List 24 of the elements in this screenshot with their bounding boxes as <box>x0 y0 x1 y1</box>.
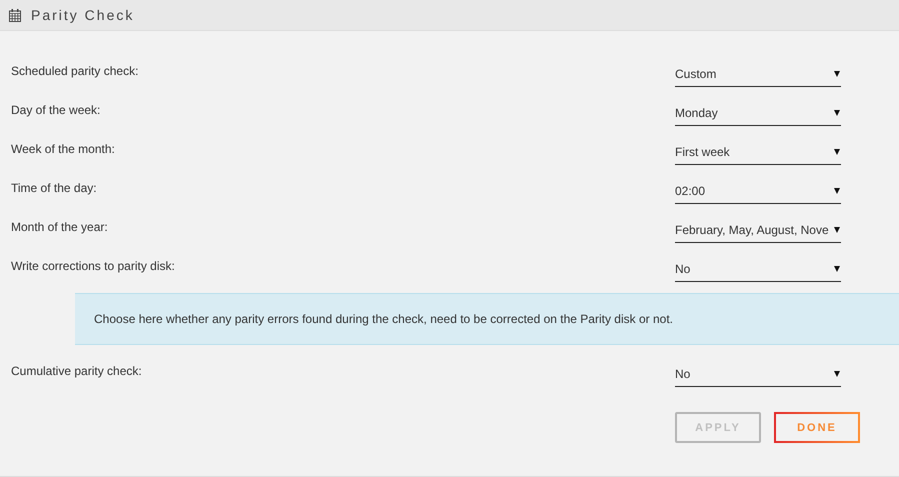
setting-label: Day of the week: <box>11 103 102 119</box>
setting-label: Write corrections to parity disk: <box>11 259 176 275</box>
select-field[interactable]: Custom <box>675 61 841 87</box>
select-field[interactable]: No <box>675 256 841 282</box>
setting-label: Cumulative parity check: <box>11 364 143 380</box>
select-field[interactable]: Monday <box>675 100 841 126</box>
help-text: Choose here whether any parity errors found during the check, need to be corrected on the Parity disk or not. <box>94 312 673 326</box>
setting-label: Time of the day: <box>11 181 98 197</box>
select-field[interactable]: 02:00 <box>675 178 841 204</box>
select-field[interactable]: February, May, August, Nove <box>675 217 841 243</box>
calendar-icon <box>9 8 21 22</box>
caret-icon <box>834 188 840 194</box>
caret-icon <box>834 110 840 116</box>
caret-icon <box>834 266 840 272</box>
caret-icon <box>834 70 840 76</box>
panel-title: Parity Check <box>31 7 134 23</box>
setting-label: Week of the month: <box>11 142 116 158</box>
caret-icon <box>834 370 840 376</box>
caret-icon <box>834 148 840 154</box>
select-field[interactable]: First week <box>675 139 841 165</box>
caret-icon <box>834 226 840 232</box>
setting-label: Scheduled parity check: <box>11 64 140 80</box>
select-field[interactable]: No <box>675 361 841 387</box>
setting-label: Month of the year: <box>11 220 109 236</box>
